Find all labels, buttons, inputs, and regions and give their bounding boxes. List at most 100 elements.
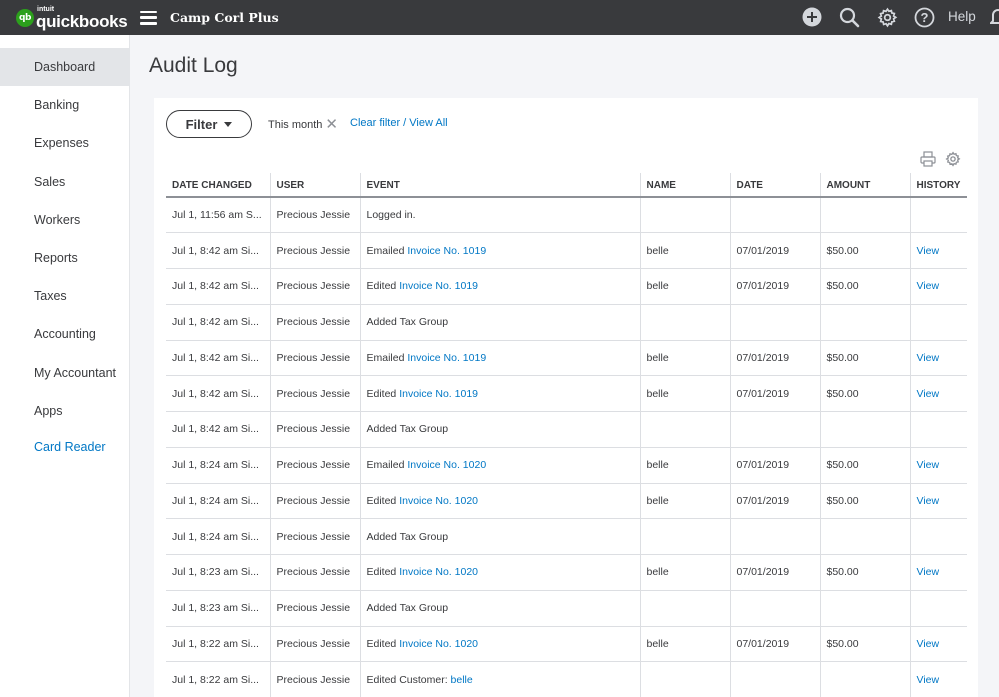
nav-reports[interactable]: Reports <box>0 239 129 277</box>
cell-date-changed-text: Jul 1, 8:42 am Si... <box>172 244 259 257</box>
col-header-user[interactable]: USER <box>269 173 360 198</box>
event-link[interactable]: Invoice No. 1019 <box>399 280 478 292</box>
cell-history-text[interactable]: View <box>917 352 940 364</box>
cell-user-text: Precious Jessie <box>276 494 351 507</box>
cell-history-text[interactable]: View <box>917 638 940 650</box>
cell-date-changed-text: Jul 1, 8:24 am Si... <box>172 459 259 472</box>
cell-history[interactable]: View <box>909 447 967 484</box>
cell-date <box>729 661 820 697</box>
cell-history-text[interactable]: View <box>917 280 940 292</box>
cell-date <box>729 197 820 234</box>
table-row[interactable]: Jul 1, 8:23 am Si... Precious Jessie Edite… <box>166 554 967 591</box>
cell-name-text: belle <box>646 351 669 364</box>
nav-my-accountant[interactable]: My Accountant <box>0 354 129 392</box>
cell-history-text[interactable]: View <box>917 459 940 471</box>
event-link[interactable]: Invoice No. 1019 <box>399 388 478 400</box>
cell-history[interactable]: View <box>909 661 967 697</box>
cell-user: Precious Jessie <box>269 340 360 377</box>
nav-dashboard[interactable]: Dashboard <box>0 48 129 87</box>
print-icon[interactable] <box>920 151 936 172</box>
cell-user: Precious Jessie <box>269 375 360 412</box>
cell-user: Precious Jessie <box>269 483 360 520</box>
cell-history-text[interactable]: View <box>917 674 940 686</box>
event-link[interactable]: Invoice No. 1019 <box>407 352 486 364</box>
cell-history-text[interactable]: View <box>917 566 940 578</box>
cell-event: Edited Invoice No. 1019 <box>359 375 640 412</box>
col-header-name[interactable]: NAME <box>639 173 730 198</box>
cell-date: 07/01/2019 <box>729 340 820 377</box>
cell-history <box>909 304 967 341</box>
event-link[interactable]: belle <box>451 674 473 686</box>
cell-history-text[interactable]: View <box>917 495 940 507</box>
nav-accounting[interactable]: Accounting <box>0 315 129 353</box>
cell-user: Precious Jessie <box>269 447 360 484</box>
cell-history[interactable]: View <box>909 626 967 663</box>
event-link[interactable]: Invoice No. 1020 <box>399 495 478 507</box>
nav-apps[interactable]: Apps <box>0 392 129 430</box>
nav-banking[interactable]: Banking <box>0 86 129 124</box>
cell-history[interactable]: View <box>909 232 967 269</box>
cell-event: Emailed Invoice No. 1019 <box>359 340 640 377</box>
table-row[interactable]: Jul 1, 8:24 am Si... Precious Jessie Edite… <box>166 483 967 520</box>
filter-button[interactable]: Filter <box>166 110 252 138</box>
cell-history-text[interactable]: View <box>917 245 940 257</box>
clear-filter-link[interactable]: Clear filter / View All <box>350 117 448 129</box>
cell-history[interactable]: View <box>909 554 967 591</box>
table-row[interactable]: Jul 1, 8:22 am Si... Precious Jessie Edite… <box>166 626 967 663</box>
help-icon[interactable]: ? <box>913 6 935 28</box>
cell-name: belle <box>639 340 730 377</box>
cell-history[interactable]: View <box>909 268 967 305</box>
event-text: Edited <box>366 566 400 579</box>
col-header-amount[interactable]: AMOUNT <box>819 173 910 198</box>
search-icon[interactable] <box>838 6 860 28</box>
cell-history[interactable]: View <box>909 375 967 412</box>
event-link[interactable]: Invoice No. 1019 <box>407 245 486 257</box>
col-header-date[interactable]: DATE <box>729 173 820 198</box>
nav-taxes[interactable]: Taxes <box>0 277 129 315</box>
cell-user-text: Precious Jessie <box>276 566 351 579</box>
close-icon[interactable]: ✕ <box>325 117 338 132</box>
cell-history[interactable]: View <box>909 340 967 377</box>
cell-history-text[interactable]: View <box>917 388 940 400</box>
event-link[interactable]: Invoice No. 1020 <box>407 459 486 471</box>
event-text: Edited <box>366 387 400 400</box>
cell-name: belle <box>639 232 730 269</box>
bell-icon[interactable] <box>987 6 999 28</box>
table-row[interactable]: Jul 1, 11:56 am S... Precious Jessie Logge… <box>166 197 967 234</box>
table-row[interactable]: Jul 1, 8:23 am Si... Precious Jessie Added… <box>166 590 967 627</box>
col-header-date-changed[interactable]: DATE CHANGED <box>166 173 270 198</box>
table-row[interactable]: Jul 1, 8:24 am Si... Precious Jessie Added… <box>166 518 967 555</box>
cell-user-text: Precious Jessie <box>276 387 351 400</box>
cell-date-changed: Jul 1, 8:23 am Si... <box>166 554 270 591</box>
table-row[interactable]: Jul 1, 8:24 am Si... Precious Jessie Email… <box>166 447 967 484</box>
cell-amount-text: $50.00 <box>826 494 859 507</box>
table-row[interactable]: Jul 1, 8:22 am Si... Precious Jessie Edite… <box>166 661 967 697</box>
nav-expenses[interactable]: Expenses <box>0 124 129 162</box>
table-row[interactable]: Jul 1, 8:42 am Si... Precious Jessie Email… <box>166 232 967 269</box>
quickbooks-logo[interactable]: qb intuit quickbooks <box>16 0 128 35</box>
table-row[interactable]: Jul 1, 8:42 am Si... Precious Jessie Added… <box>166 304 967 341</box>
table-row[interactable]: Jul 1, 8:42 am Si... Precious Jessie Edite… <box>166 268 967 305</box>
hamburger-menu-icon[interactable] <box>140 10 157 25</box>
help-label[interactable]: Help <box>948 9 976 24</box>
nav-workers[interactable]: Workers <box>0 201 129 239</box>
table-settings-gear-icon[interactable] <box>945 151 961 172</box>
cell-amount: $50.00 <box>819 232 910 269</box>
cell-user: Precious Jessie <box>269 518 360 555</box>
cell-amount: $50.00 <box>819 554 910 591</box>
cell-date-changed: Jul 1, 8:42 am Si... <box>166 340 270 377</box>
table-row[interactable]: Jul 1, 8:42 am Si... Precious Jessie Email… <box>166 340 967 377</box>
col-header-event[interactable]: EVENT <box>359 173 640 198</box>
event-link[interactable]: Invoice No. 1020 <box>399 638 478 650</box>
gear-icon[interactable] <box>876 6 898 28</box>
cell-name: belle <box>639 268 730 305</box>
col-header-history[interactable]: HISTORY <box>909 173 967 198</box>
nav-sales[interactable]: Sales <box>0 163 129 201</box>
event-link[interactable]: Invoice No. 1020 <box>399 566 478 578</box>
svg-text:?: ? <box>920 10 928 25</box>
table-row[interactable]: Jul 1, 8:42 am Si... Precious Jessie Added… <box>166 411 967 448</box>
nav-card-reader[interactable]: Card Reader <box>0 430 129 464</box>
cell-history[interactable]: View <box>909 483 967 520</box>
plus-icon[interactable] <box>801 6 823 28</box>
table-row[interactable]: Jul 1, 8:42 am Si... Precious Jessie Edite… <box>166 375 967 412</box>
